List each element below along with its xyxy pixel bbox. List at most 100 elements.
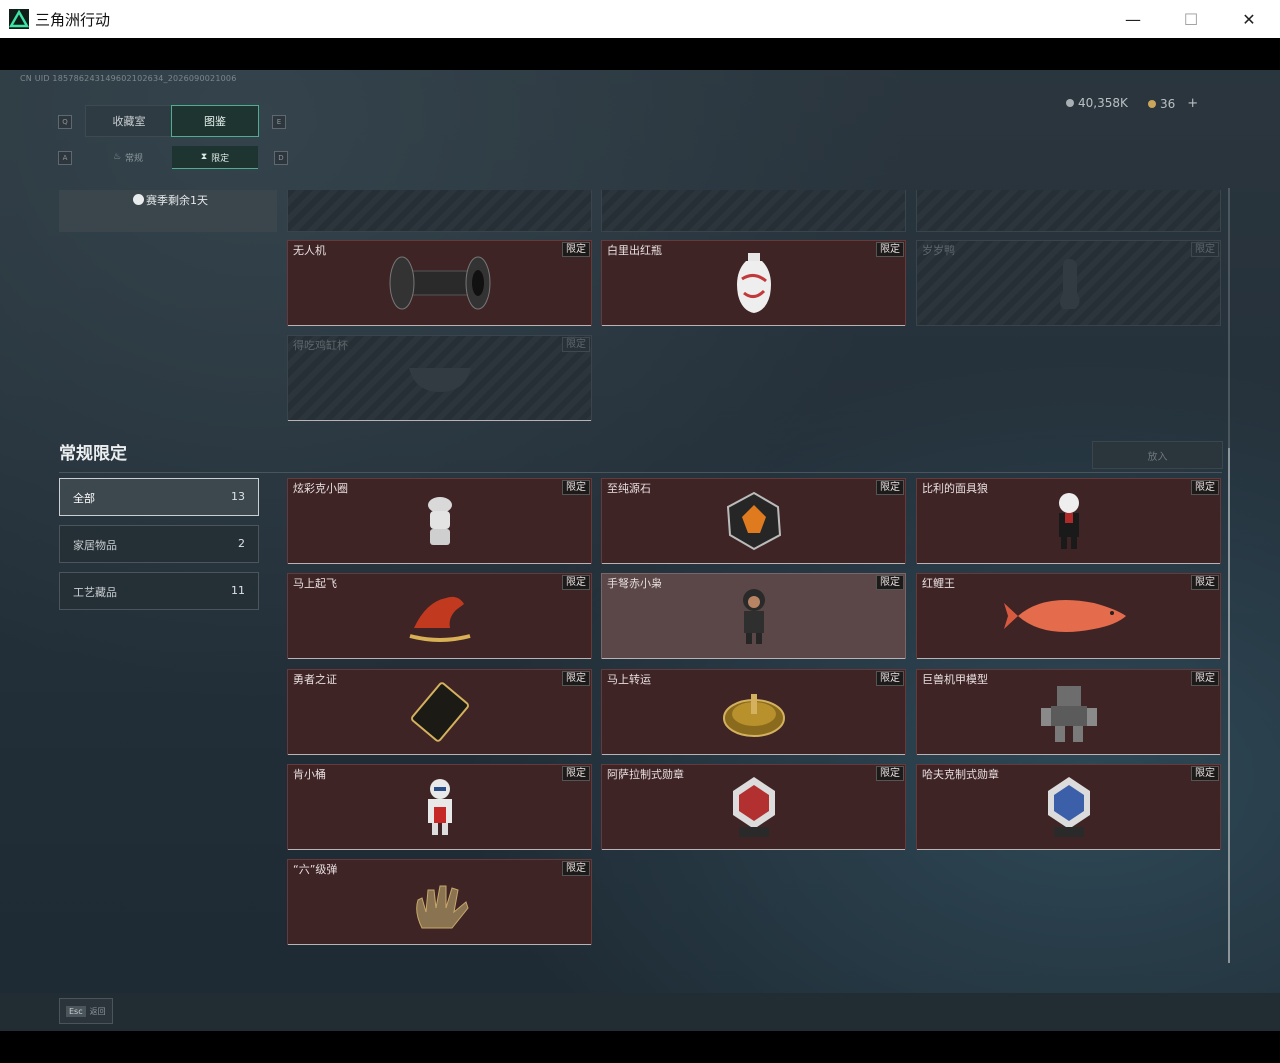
uid-label: CN UID 185786243149602102634_20260900210… — [20, 74, 237, 83]
collectible-card[interactable]: 肯小桶 限定 — [287, 764, 592, 850]
card-name: 哈夫克制式勋章 — [922, 768, 999, 781]
card-underline — [602, 849, 905, 850]
collectible-card[interactable]: 白里出红瓶 限定 — [601, 240, 906, 326]
horse-icon — [408, 596, 471, 642]
window-title: 三角洲行动 — [35, 11, 111, 29]
back-label: 返回 — [89, 1006, 106, 1016]
collectible-card[interactable]: “六”级弹 限定 — [287, 859, 592, 945]
card-name: 白里出红瓶 — [607, 244, 662, 257]
season-info-box: 赛季剩余1天 — [59, 190, 277, 232]
collectible-card[interactable]: 哈夫克制式勋章 限定 — [916, 764, 1221, 850]
card-underline — [917, 563, 1220, 564]
game-viewport: CN UID 185786243149602102634_20260900210… — [0, 38, 1280, 1031]
collectible-card[interactable]: 无人机 限定 — [287, 240, 592, 326]
card-name: 马上转运 — [607, 673, 651, 686]
tab-label: 收藏室 — [112, 115, 146, 128]
limited-badge: 限定 — [562, 671, 590, 686]
put-in-button[interactable]: 放入 — [1092, 441, 1223, 469]
filter-count: 11 — [231, 584, 245, 597]
limited-badge: 限定 — [876, 480, 904, 495]
medal-red-icon — [732, 777, 775, 837]
filter-label: 工艺藏品 — [73, 586, 117, 599]
card-name: 巨兽机甲模型 — [922, 673, 988, 686]
maximize-button[interactable]: ☐ — [1162, 0, 1220, 38]
section-divider — [59, 472, 1222, 473]
top-black-bar — [0, 38, 1280, 70]
limited-badge: 限定 — [876, 242, 904, 257]
collectible-card[interactable]: 马上转运 限定 — [601, 669, 906, 755]
collectible-card[interactable]: 红鲤王 限定 — [916, 573, 1221, 659]
scrollbar-thumb[interactable] — [1228, 448, 1230, 963]
collectible-card[interactable]: 比利的面具狼 限定 — [916, 478, 1221, 564]
card-underline — [602, 658, 905, 659]
card-underline — [917, 658, 1220, 659]
card-partial[interactable] — [601, 190, 906, 232]
card-underline — [288, 754, 591, 755]
subtab-limited[interactable]: ⧗ 限定 — [172, 146, 258, 169]
card-name: 勇者之证 — [293, 673, 337, 686]
add-currency-button[interactable]: + — [1187, 96, 1198, 111]
window-titlebar: 三角洲行动 — ☐ ✕ — [0, 0, 1280, 38]
back-button[interactable]: Esc 返回 — [59, 998, 113, 1024]
roller-icon — [389, 256, 490, 310]
limited-badge: 限定 — [1191, 766, 1219, 781]
card-name: 马上起飞 — [293, 577, 337, 590]
collectible-card[interactable]: 阿萨拉制式勋章 限定 — [601, 764, 906, 850]
collectible-card-hovered[interactable]: 手弩赤小枭 限定 — [601, 573, 906, 659]
flame-icon: ♨ — [112, 152, 122, 162]
subtab-label: 限定 — [211, 153, 230, 164]
card-name: 得吃鸡缸杯 — [293, 339, 348, 352]
hooded-figure-icon — [742, 589, 765, 644]
card-underline — [602, 325, 905, 326]
filter-count: 2 — [238, 537, 245, 550]
card-underline — [288, 849, 591, 850]
tab-catalog[interactable]: 图鉴 — [171, 105, 259, 137]
limited-badge: 限定 — [562, 766, 590, 781]
card-name: “六”级弹 — [293, 863, 338, 876]
card-underline — [288, 325, 591, 326]
cup-icon — [408, 368, 471, 392]
next-tab-key-hint: E — [272, 115, 286, 129]
gold-amount: 36 — [1160, 96, 1176, 111]
collectible-card-locked[interactable]: 得吃鸡缸杯 限定 — [287, 335, 592, 421]
minimize-button[interactable]: — — [1104, 0, 1162, 38]
card-partial[interactable] — [916, 190, 1221, 232]
limited-badge: 限定 — [1191, 242, 1219, 257]
card-partial[interactable] — [287, 190, 592, 232]
collectible-card[interactable]: 至纯源石 限定 — [601, 478, 906, 564]
limited-badge: 限定 — [1191, 480, 1219, 495]
gold-currency[interactable]: 36 + — [1148, 96, 1198, 111]
duck-icon — [1059, 259, 1080, 309]
collectible-card-locked[interactable]: 岁岁鸭 限定 — [916, 240, 1221, 326]
limited-badge: 限定 — [562, 575, 590, 590]
close-button[interactable]: ✕ — [1220, 0, 1278, 38]
card-underline — [602, 754, 905, 755]
card-name: 至纯源石 — [607, 482, 651, 495]
gold-coin-icon — [1148, 99, 1156, 108]
tab-label: 图鉴 — [204, 115, 226, 128]
limited-badge: 限定 — [562, 242, 590, 257]
gem-icon — [726, 491, 781, 551]
filter-home-items[interactable]: 家居物品 2 — [59, 525, 259, 563]
limited-badge: 限定 — [1191, 671, 1219, 686]
tab-collection-room[interactable]: 收藏室 — [85, 105, 173, 137]
collectible-card[interactable]: 勇者之证 限定 — [287, 669, 592, 755]
collectible-card[interactable]: 巨兽机甲模型 限定 — [916, 669, 1221, 755]
season-text: 赛季剩余1天 — [146, 194, 208, 207]
card-underline — [917, 849, 1220, 850]
next-subtab-key-hint: D — [274, 151, 288, 165]
subtab-label: 常规 — [125, 153, 144, 164]
filter-crafts[interactable]: 工艺藏品 11 — [59, 572, 259, 610]
filter-all[interactable]: 全部 13 — [59, 478, 259, 516]
silver-amount: 40,358K — [1078, 96, 1128, 110]
card-icon — [410, 682, 469, 742]
card-name: 无人机 — [293, 244, 326, 257]
collectible-card[interactable]: 炫彩克小圈 限定 — [287, 478, 592, 564]
silver-currency: 40,358K — [1066, 96, 1128, 110]
subtab-regular[interactable]: ♨ 常规 — [85, 146, 171, 168]
limited-badge: 限定 — [1191, 575, 1219, 590]
card-name: 肯小桶 — [293, 768, 326, 781]
card-underline — [288, 420, 591, 421]
card-underline — [288, 944, 591, 945]
collectible-card[interactable]: 马上起飞 限定 — [287, 573, 592, 659]
